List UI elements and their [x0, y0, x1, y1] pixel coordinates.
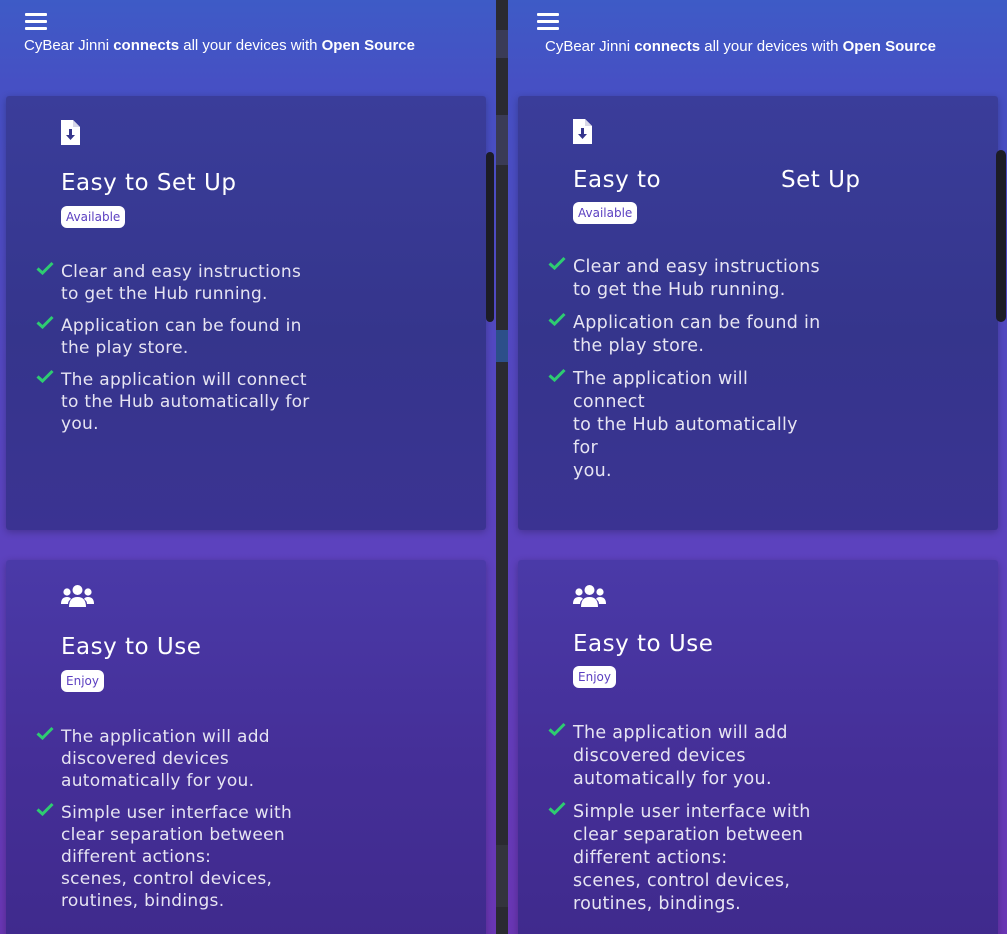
window-gap	[496, 0, 508, 934]
check-icon	[36, 369, 54, 383]
check-icon	[36, 726, 54, 740]
right-page-view: CyBear Jinni connects all your devices w…	[508, 0, 1007, 934]
left-page-view: CyBear Jinni connects all your devices w…	[0, 0, 496, 934]
status-badge: Enjoy	[61, 670, 104, 692]
tagline: CyBear Jinni connects all your devices w…	[545, 38, 936, 55]
check-icon	[548, 801, 566, 815]
status-badge: Enjoy	[573, 666, 616, 688]
check-icon	[548, 368, 566, 382]
feature-card-setup: Easy to Set Up Available Clear and easy …	[518, 96, 998, 530]
status-badge: Available	[573, 202, 638, 224]
status-badge: Available	[61, 206, 126, 228]
users-icon	[573, 584, 606, 612]
card-title: Easy to Use	[573, 631, 714, 657]
check-icon	[36, 261, 54, 275]
scrollbar-thumb[interactable]	[996, 150, 1006, 322]
check-icon	[36, 315, 54, 329]
hamburger-menu-icon[interactable]	[25, 12, 47, 31]
card-title: Easy to Set Up	[61, 170, 237, 196]
file-download-icon	[61, 120, 80, 149]
card-title-part: Set Up	[781, 167, 861, 193]
hamburger-menu-icon[interactable]	[537, 12, 559, 31]
check-icon	[548, 312, 566, 326]
tagline: CyBear Jinni connects all your devices w…	[24, 37, 415, 54]
check-icon	[548, 256, 566, 270]
check-icon	[548, 722, 566, 736]
feature-card-use: Easy to Use Enjoy The application will a…	[518, 560, 998, 934]
card-title-part: Easy to	[573, 167, 662, 193]
feature-card-use: Easy to Use Enjoy The application will a…	[6, 560, 486, 934]
card-title: Easy to Use	[61, 634, 202, 660]
file-download-icon	[573, 119, 592, 148]
users-icon	[61, 584, 94, 612]
check-icon	[36, 802, 54, 816]
feature-card-setup: Easy to Set Up Available Clear and easy …	[6, 96, 486, 530]
scrollbar-thumb[interactable]	[486, 152, 494, 322]
